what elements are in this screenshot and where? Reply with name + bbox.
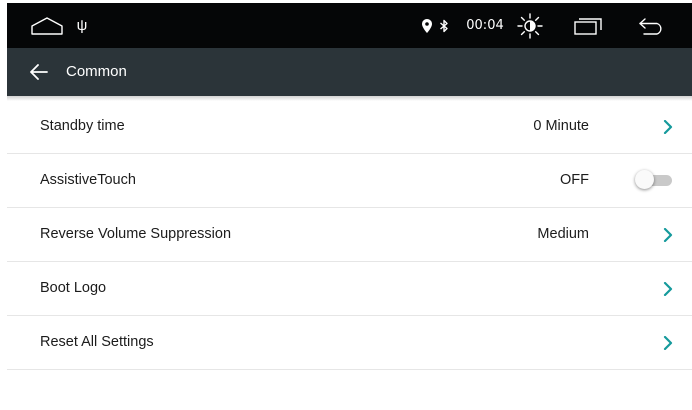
setting-value: 0 Minute [533,118,589,134]
setting-row-standby-time[interactable]: Standby time 0 Minute [7,100,692,154]
setting-row-reverse-volume-suppression[interactable]: Reverse Volume Suppression Medium [7,208,692,262]
toggle-knob [635,170,654,189]
settings-list: Standby time 0 Minute AssistiveTouch OFF… [7,100,692,370]
back-arrow-icon[interactable] [635,3,669,48]
setting-label: Reset All Settings [40,334,154,350]
home-icon[interactable] [27,3,67,48]
setting-value: OFF [560,172,589,188]
setting-value: Medium [537,226,589,242]
setting-row-reset-all-settings[interactable]: Reset All Settings [7,316,692,370]
bluetooth-icon [437,3,451,48]
status-bar: ψ 00:04 [7,3,692,48]
setting-label: Reverse Volume Suppression [40,226,232,242]
location-pin-icon [419,3,435,48]
assistivetouch-toggle[interactable] [633,170,673,190]
setting-label: Boot Logo [40,280,107,296]
clock: 00:04 [466,18,504,33]
chevron-right-icon [663,228,673,242]
chevron-right-icon [663,120,673,134]
chevron-right-icon [663,282,673,296]
setting-label: Standby time [40,118,125,134]
chevron-right-icon [663,336,673,350]
brightness-icon[interactable] [513,3,547,48]
page-title: Common [66,63,127,80]
setting-row-boot-logo[interactable]: Boot Logo [7,262,692,316]
setting-row-assistivetouch[interactable]: AssistiveTouch OFF [7,154,692,208]
arrow-left-icon[interactable] [27,60,51,84]
title-bar: Common [7,48,692,96]
usb-icon: ψ [76,17,88,34]
setting-label: AssistiveTouch [40,172,136,188]
recents-icon[interactable] [571,3,605,48]
screen: ψ 00:04 Common Standby time 0 Minute Ass… [0,0,692,410]
